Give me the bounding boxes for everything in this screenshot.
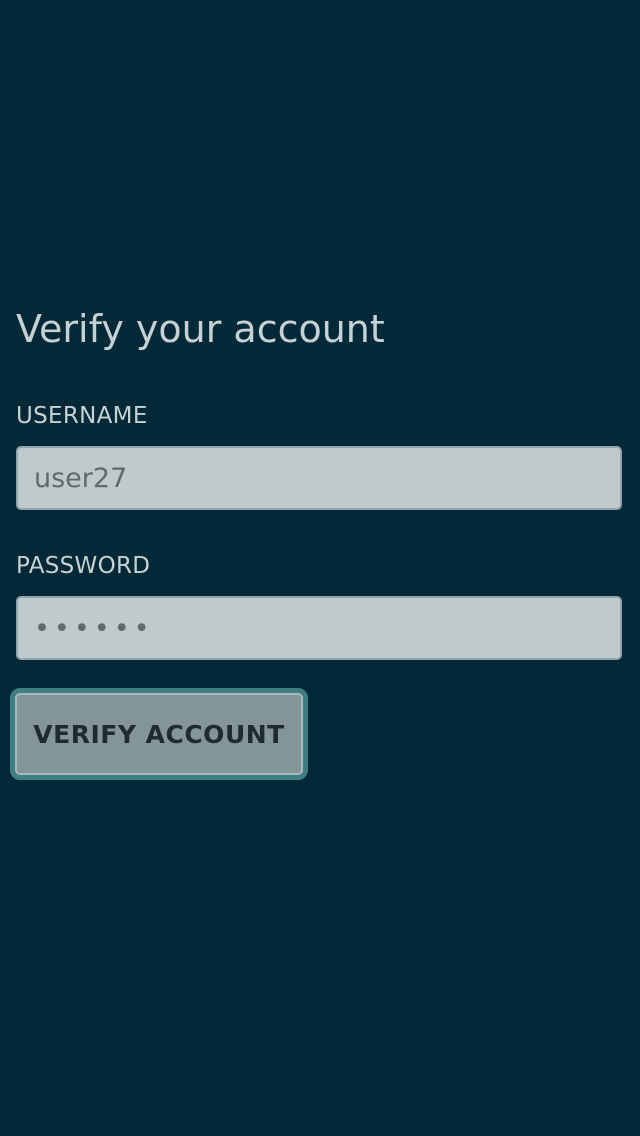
username-label: USERNAME	[16, 403, 148, 429]
verify-account-button[interactable]: VERIFY ACCOUNT	[10, 688, 308, 780]
username-field[interactable]: user27	[16, 446, 622, 510]
verify-account-screen: Verify your account USERNAME user27 PASS…	[0, 0, 640, 1136]
username-value: user27	[34, 462, 128, 494]
password-field[interactable]: ••••••	[16, 596, 622, 660]
verify-account-button-label: VERIFY ACCOUNT	[15, 693, 303, 775]
page-title: Verify your account	[16, 307, 385, 351]
password-label: PASSWORD	[16, 553, 151, 579]
password-masked-value: ••••••	[34, 612, 154, 644]
